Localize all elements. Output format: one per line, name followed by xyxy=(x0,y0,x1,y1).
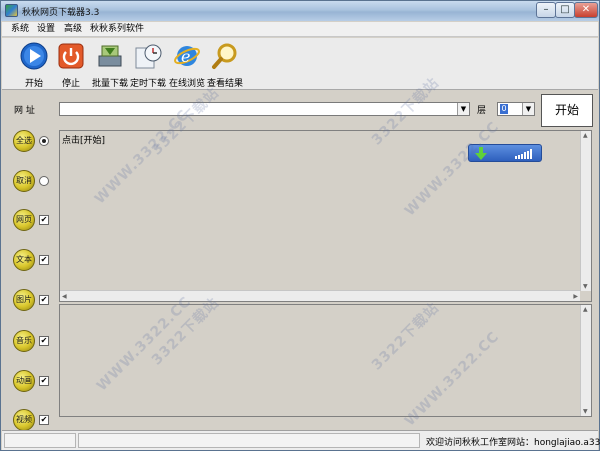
menu-item-settings[interactable]: 设置 xyxy=(37,23,55,36)
category-image[interactable]: 图片 ✔ xyxy=(13,289,53,311)
layer-select[interactable]: 0 ▼ xyxy=(497,102,535,116)
category-music[interactable]: 音乐 ✔ xyxy=(13,330,53,352)
category-label: 网页 xyxy=(13,209,35,231)
scroll-down-icon[interactable]: ▼ xyxy=(583,283,588,290)
cancel-radio[interactable] xyxy=(39,176,49,186)
chevron-down-icon[interactable]: ▼ xyxy=(457,103,469,115)
scroll-left-icon[interactable]: ◀ xyxy=(62,293,67,300)
video-checkbox[interactable]: ✔ xyxy=(39,415,49,425)
layer-value: 0 xyxy=(500,104,508,114)
start-button[interactable]: 开始 xyxy=(541,94,593,127)
svg-text:e: e xyxy=(181,47,190,66)
app-logo-icon xyxy=(5,4,18,17)
vertical-scrollbar[interactable]: ▲ ▼ xyxy=(580,305,591,416)
text-checkbox[interactable]: ✔ xyxy=(39,255,49,265)
horizontal-scrollbar[interactable]: ◀ ▶ xyxy=(60,290,580,301)
toolbar: 开始 停止 批量下载 定时下载 e 在线浏览 查看结果 xyxy=(2,38,598,90)
scroll-right-icon[interactable]: ▶ xyxy=(573,293,578,300)
menu-item-system[interactable]: 系统 xyxy=(11,23,29,36)
category-label: 全选 xyxy=(13,130,35,152)
category-select-all[interactable]: 全选 xyxy=(13,130,53,152)
category-text[interactable]: 文本 ✔ xyxy=(13,249,53,271)
status-segment xyxy=(78,433,420,448)
ie-browser-icon: e xyxy=(174,46,200,66)
close-button[interactable]: ✕ xyxy=(574,2,598,18)
category-label: 音乐 xyxy=(13,330,35,352)
music-checkbox[interactable]: ✔ xyxy=(39,336,49,346)
clock-calendar-icon xyxy=(135,44,162,69)
minimize-button[interactable]: – xyxy=(536,2,556,18)
play-icon xyxy=(20,42,48,70)
status-bar: 欢迎访问秋秋工作室网站：honglajiao.a33 xyxy=(2,430,600,450)
scroll-up-icon[interactable]: ▲ xyxy=(583,132,588,139)
signal-bars-icon xyxy=(515,149,532,159)
category-cancel[interactable]: 取消 xyxy=(13,170,53,192)
category-label: 视频 xyxy=(13,409,35,431)
webpage-checkbox[interactable]: ✔ xyxy=(39,215,49,225)
window-title: 秋秋网页下载器3.3 xyxy=(22,8,100,18)
maximize-button[interactable]: □ xyxy=(555,2,575,18)
title-bar[interactable]: 秋秋网页下载器3.3 – □ ✕ xyxy=(1,1,599,21)
menu-item-advanced[interactable]: 高级 xyxy=(64,23,82,36)
power-stop-icon xyxy=(58,43,84,69)
category-webpage[interactable]: 网页 ✔ xyxy=(13,209,53,231)
menu-item-series[interactable]: 秋秋系列软件 xyxy=(90,23,144,36)
scroll-down-icon[interactable]: ▼ xyxy=(583,408,588,415)
category-label: 图片 xyxy=(13,289,35,311)
url-label: 网 址 xyxy=(14,106,35,116)
category-label: 动画 xyxy=(13,370,35,392)
status-text: 欢迎访问秋秋工作室网站：honglajiao.a33 xyxy=(426,438,600,448)
vertical-scrollbar[interactable]: ▲ ▼ xyxy=(580,131,591,291)
category-animation[interactable]: 动画 ✔ xyxy=(13,370,53,392)
image-checkbox[interactable]: ✔ xyxy=(39,295,49,305)
scroll-up-icon[interactable]: ▲ xyxy=(583,306,588,313)
log-text: 点击[开始] xyxy=(62,136,106,146)
view-results-button[interactable]: 查看结果 xyxy=(203,40,247,89)
category-label: 取消 xyxy=(13,170,35,192)
layer-label: 层 xyxy=(477,106,487,116)
animation-checkbox[interactable]: ✔ xyxy=(39,376,49,386)
status-segment xyxy=(4,433,76,448)
category-label: 文本 xyxy=(13,249,35,271)
batch-download-icon xyxy=(98,45,122,67)
app-window: 秋秋网页下载器3.3 – □ ✕ 系统 设置 高级 秋秋系列软件 开始 停止 批… xyxy=(0,0,600,451)
select-all-radio[interactable] xyxy=(39,136,49,146)
chevron-down-icon[interactable]: ▼ xyxy=(522,103,534,115)
category-video[interactable]: 视频 ✔ xyxy=(13,409,53,431)
menu-bar: 系统 设置 高级 秋秋系列软件 xyxy=(2,22,598,37)
magnifier-icon xyxy=(212,43,237,69)
